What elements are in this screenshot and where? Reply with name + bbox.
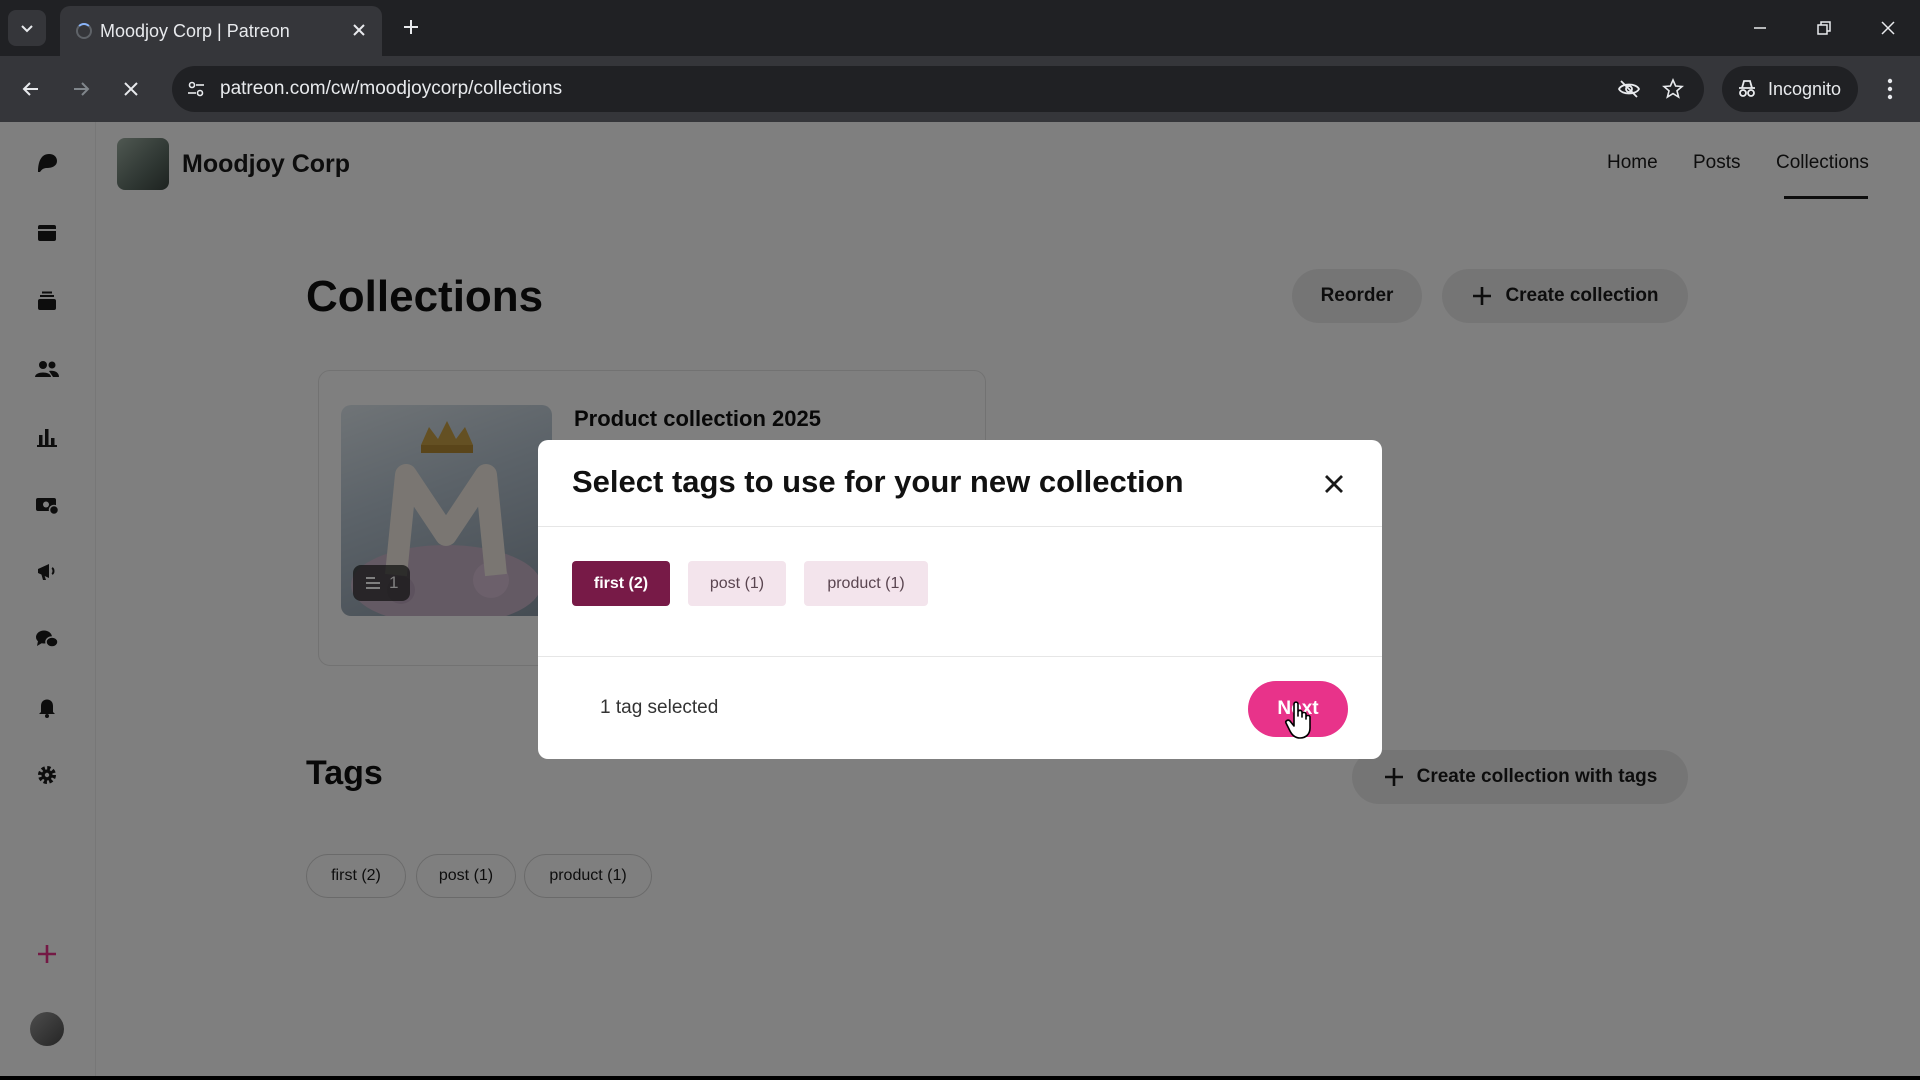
modal-title: Select tags to use for your new collecti…: [572, 464, 1184, 499]
browser-menu-button[interactable]: [1872, 70, 1908, 108]
restore-icon: [1817, 21, 1831, 35]
tab-close-button[interactable]: [348, 19, 370, 41]
minimize-icon: [1754, 27, 1766, 29]
more-vertical-icon: [1887, 78, 1893, 100]
browser-tab-bar: Moodjoy Corp | Patreon: [0, 0, 1920, 56]
modal-tag-first[interactable]: first (2): [572, 561, 670, 606]
modal-divider-top: [538, 526, 1382, 527]
bottom-edge: [0, 1076, 1920, 1080]
restore-button[interactable]: [1802, 8, 1846, 48]
incognito-indicator[interactable]: Incognito: [1722, 66, 1858, 112]
url-text[interactable]: patreon.com/cw/moodjoycorp/collections: [220, 78, 562, 100]
stop-loading-button[interactable]: [112, 70, 150, 108]
tracking-protection-button[interactable]: [1614, 74, 1644, 104]
window-close-button[interactable]: [1866, 8, 1910, 48]
browser-toolbar: patreon.com/cw/moodjoycorp/collections I…: [0, 56, 1920, 122]
tab-title: Moodjoy Corp | Patreon: [100, 21, 290, 41]
minimize-button[interactable]: [1738, 8, 1782, 48]
close-icon: [1325, 475, 1343, 493]
modal-tag-post[interactable]: post (1): [688, 561, 786, 606]
close-icon: [124, 82, 138, 96]
new-tab-button[interactable]: [396, 12, 426, 42]
tab-search-button[interactable]: [8, 10, 46, 46]
modal-tag-product[interactable]: product (1): [804, 561, 928, 606]
site-info-button[interactable]: [180, 73, 212, 105]
modal-tag-label: product (1): [827, 574, 905, 592]
arrow-right-icon: [74, 82, 90, 96]
hand-cursor-icon: [1285, 701, 1311, 739]
star-icon: [1662, 78, 1684, 99]
plus-icon: [404, 20, 418, 34]
incognito-icon: [1739, 80, 1755, 97]
browser-tab[interactable]: Moodjoy Corp | Patreon: [60, 6, 382, 56]
modal-close-button[interactable]: [1314, 464, 1354, 504]
modal-tag-label: first (2): [593, 574, 649, 592]
modal-divider-bottom: [538, 656, 1382, 657]
incognito-label: Incognito: [1768, 78, 1842, 99]
bookmark-star-button[interactable]: [1658, 74, 1688, 104]
close-icon: [353, 24, 365, 36]
tune-icon: [188, 81, 204, 97]
forward-button[interactable]: [62, 70, 100, 108]
close-icon: [1881, 21, 1895, 35]
select-tags-modal: Select tags to use for your new collecti…: [538, 440, 1382, 759]
chevron-down-icon: [21, 25, 33, 33]
eye-off-icon: [1617, 80, 1641, 98]
address-bar[interactable]: patreon.com/cw/moodjoycorp/collections: [172, 66, 1704, 112]
loading-spinner-icon: [76, 23, 92, 39]
modal-tag-label: post (1): [709, 574, 765, 592]
selection-status: 1 tag selected: [600, 697, 719, 718]
back-button[interactable]: [12, 70, 50, 108]
arrow-left-icon: [22, 82, 38, 96]
